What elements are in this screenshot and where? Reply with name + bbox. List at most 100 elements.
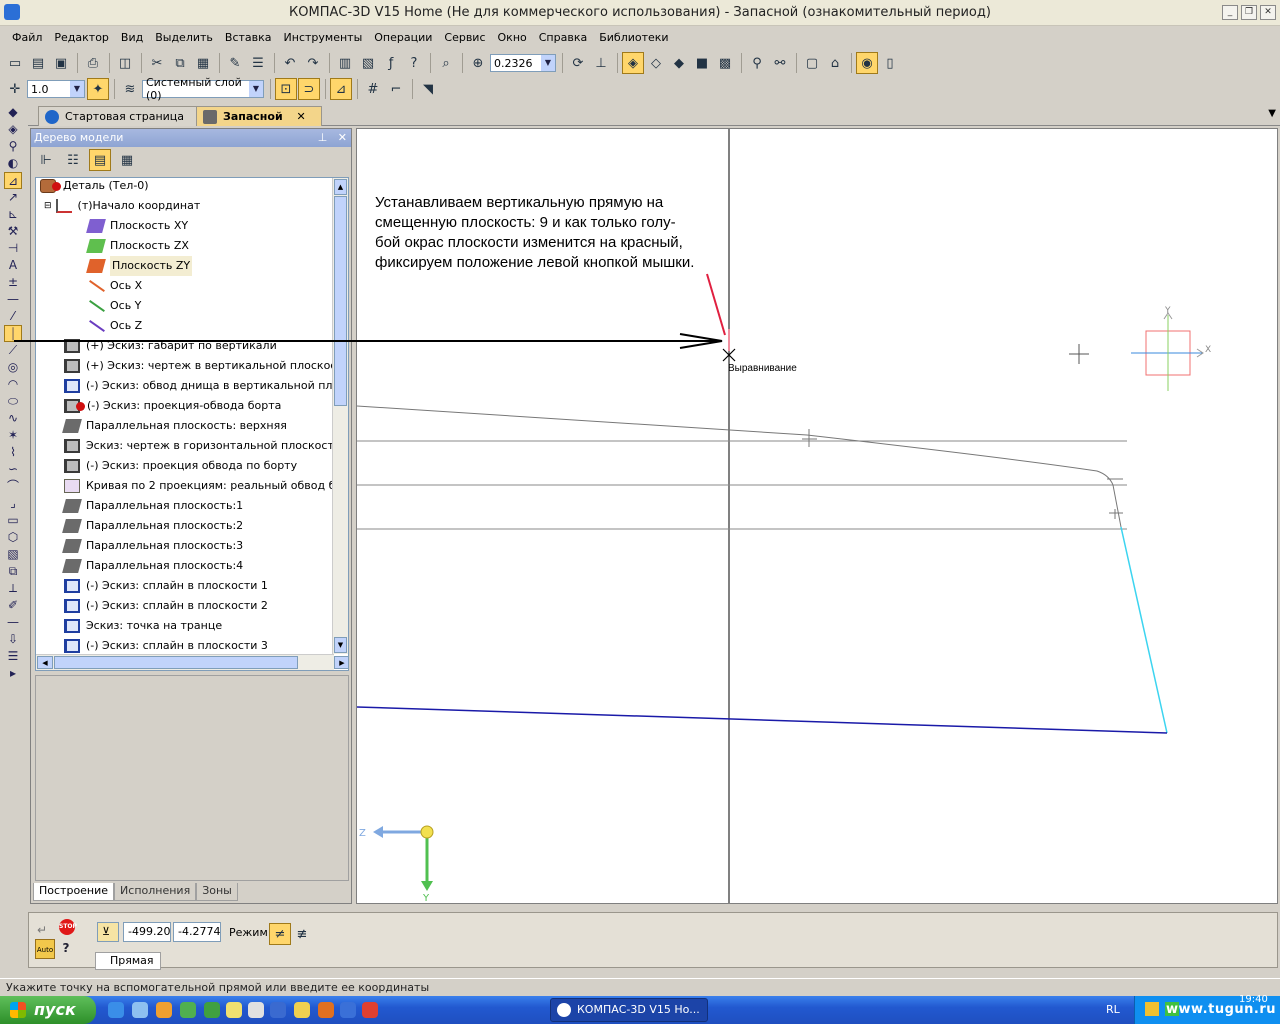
tab-zones[interactable]: Зоны bbox=[196, 883, 238, 901]
tree-item[interactable]: (+) Эскиз: чертеж в вертикальной плоскос… bbox=[64, 356, 348, 376]
tree-item-plane-xy[interactable]: Плоскость XY bbox=[86, 216, 188, 236]
tree-item[interactable]: (-) Эскиз: проекция-обвода борта bbox=[64, 396, 281, 416]
step-combo[interactable]: 1.0 ▼ bbox=[27, 80, 85, 98]
grid-icon[interactable]: # bbox=[362, 78, 384, 100]
filter-funnel-icon[interactable]: ⚲ bbox=[4, 138, 22, 155]
tree-item-plane-zy[interactable]: Плоскость ZY bbox=[86, 256, 193, 276]
back-arrow-icon[interactable]: ↵ bbox=[37, 923, 47, 937]
tree-vertical-scrollbar[interactable]: ▲ ▼ bbox=[332, 178, 348, 654]
menu-view[interactable]: Вид bbox=[115, 28, 149, 48]
chevron-down-icon[interactable]: ▼ bbox=[334, 637, 347, 653]
restore-button[interactable]: ❐ bbox=[1241, 5, 1257, 20]
tree-structure-icon[interactable]: ⊩ bbox=[35, 149, 57, 171]
preview-icon[interactable]: ◫ bbox=[114, 52, 136, 74]
fillet-icon[interactable]: ⌒ bbox=[4, 478, 22, 495]
editing-ops-icon[interactable]: ◆ bbox=[4, 104, 22, 121]
menu-tools[interactable]: Инструменты bbox=[278, 28, 369, 48]
tree-item-origin[interactable]: ⊟ (т)Начало координат bbox=[44, 196, 200, 216]
zoom-combo[interactable]: 0.2326 ▼ bbox=[490, 54, 556, 72]
designation-icon[interactable]: A bbox=[4, 257, 22, 274]
hatch-icon[interactable]: ▧ bbox=[4, 546, 22, 563]
tree-item-plane-zx[interactable]: Плоскость ZX bbox=[86, 236, 189, 256]
close-icon[interactable]: ✕ bbox=[338, 131, 347, 144]
tree-item[interactable]: Эскиз: точка на транце bbox=[64, 616, 222, 636]
spline-icon[interactable]: ∿ bbox=[4, 410, 22, 427]
save-icon[interactable]: ▣ bbox=[50, 52, 72, 74]
app-icon[interactable] bbox=[318, 1002, 334, 1018]
app-icon[interactable] bbox=[180, 1002, 196, 1018]
point-icon[interactable]: ✶ bbox=[4, 427, 22, 444]
plane-icon[interactable]: ◥ bbox=[417, 78, 439, 100]
tree-root[interactable]: Деталь (Тел-0) bbox=[40, 178, 149, 196]
menu-operations[interactable]: Операции bbox=[368, 28, 438, 48]
chrome-icon[interactable] bbox=[362, 1002, 378, 1018]
menu-help[interactable]: Справка bbox=[533, 28, 593, 48]
halftone-icon[interactable]: ■ bbox=[691, 52, 713, 74]
y-coordinate-field[interactable]: -4.2774 bbox=[173, 922, 221, 942]
mode-one-line-icon[interactable]: ≠ bbox=[269, 923, 291, 945]
filter-icon[interactable]: ⚲ bbox=[746, 52, 768, 74]
tabs-menu-icon[interactable]: ▼ bbox=[1268, 108, 1276, 119]
parametrization-icon[interactable]: ⊣ bbox=[4, 240, 22, 257]
tree-item-axis-x[interactable]: Ось X bbox=[88, 276, 142, 296]
variables-icon[interactable]: ▧ bbox=[357, 52, 379, 74]
app-icon[interactable] bbox=[294, 1002, 310, 1018]
measure-icon[interactable]: ↗ bbox=[4, 189, 22, 206]
zoom-window-icon[interactable]: ⌕ bbox=[435, 52, 457, 74]
explorer-icon[interactable] bbox=[132, 1002, 148, 1018]
chevron-right-icon[interactable]: ▶ bbox=[334, 656, 348, 669]
collapse-icon[interactable]: ⊟ bbox=[44, 196, 52, 216]
menu-file[interactable]: Файл bbox=[6, 28, 48, 48]
chevron-left-icon[interactable]: ◀ bbox=[37, 656, 53, 669]
point-param-icon[interactable]: ⊻ bbox=[97, 922, 119, 942]
menu-insert[interactable]: Вставка bbox=[219, 28, 278, 48]
drawing-canvas[interactable]: X Y Z Y Устанавливаем вертикальную пряму… bbox=[356, 128, 1278, 904]
menu-edit[interactable]: Редактор bbox=[48, 28, 115, 48]
close-button[interactable]: ✕ bbox=[1260, 5, 1276, 20]
taskbar-item-kompas[interactable]: КОМПАС-3D V15 Ho... bbox=[550, 998, 708, 1022]
properties-icon[interactable]: ☰ bbox=[247, 52, 269, 74]
tree-item[interactable]: (-) Эскиз: сплайн в плоскости 2 bbox=[64, 596, 268, 616]
app-icon[interactable] bbox=[248, 1002, 264, 1018]
fx-icon[interactable]: ƒ bbox=[380, 52, 402, 74]
tree-item[interactable]: Кривая по 2 проекциям: реальный обвод бо… bbox=[64, 476, 348, 496]
scroll-thumb[interactable] bbox=[54, 656, 298, 669]
tree-horizontal-scrollbar[interactable]: ◀ ▶ bbox=[36, 654, 348, 670]
scroll-thumb[interactable] bbox=[334, 196, 347, 406]
chamfer-icon[interactable]: ⌟ bbox=[4, 495, 22, 512]
pin-icon[interactable]: ⊥ bbox=[318, 131, 328, 144]
tree-filter-icon[interactable]: ☷ bbox=[62, 149, 84, 171]
more-tools-icon[interactable]: ▯ bbox=[879, 52, 901, 74]
stop-button[interactable]: STOP bbox=[59, 919, 77, 935]
menu-libraries[interactable]: Библиотеки bbox=[593, 28, 674, 48]
mode-two-lines-icon[interactable]: ≢ bbox=[291, 923, 313, 945]
undo-icon[interactable]: ↶ bbox=[279, 52, 301, 74]
tab-construction[interactable]: Построение bbox=[33, 883, 115, 901]
halftone-edges-icon[interactable]: ▩ bbox=[714, 52, 736, 74]
cursor-snap-icon[interactable]: ✛ bbox=[4, 78, 26, 100]
magnet-icon[interactable]: ⊃ bbox=[298, 78, 320, 100]
layer-combo[interactable]: Системный слой (0) ▼ bbox=[142, 76, 264, 102]
x-coordinate-field[interactable]: -499.20 bbox=[123, 922, 171, 942]
context-help-icon[interactable]: ? bbox=[403, 52, 425, 74]
language-indicator[interactable]: RL bbox=[1106, 996, 1120, 1024]
bezier-icon[interactable]: ∽ bbox=[4, 461, 22, 478]
open-folder-icon[interactable]: ▤ bbox=[27, 52, 49, 74]
tree-item[interactable]: Эскиз: чертеж в горизонтальной плоскости bbox=[64, 436, 341, 456]
close-icon[interactable]: ✕ bbox=[297, 110, 306, 123]
cube-icon[interactable]: ▢ bbox=[801, 52, 823, 74]
manager-icon[interactable]: ▥ bbox=[334, 52, 356, 74]
brush-icon[interactable]: ✐ bbox=[4, 597, 22, 614]
segment-icon[interactable]: ⁄ bbox=[4, 308, 22, 325]
tree-item[interactable]: Параллельная плоскость: верхняя bbox=[62, 416, 287, 436]
ellipse-icon[interactable]: ⬭ bbox=[4, 393, 22, 410]
tree-item[interactable]: Параллельная плоскость:4 bbox=[62, 556, 243, 576]
tree-item[interactable]: (-) Эскиз: обвод днища в вертикальной пл… bbox=[64, 376, 348, 396]
tree-item-axis-y[interactable]: Ось Y bbox=[88, 296, 141, 316]
notepad-icon[interactable] bbox=[226, 1002, 242, 1018]
media-icon[interactable] bbox=[270, 1002, 286, 1018]
tab-executions[interactable]: Исполнения bbox=[114, 883, 197, 901]
print-icon[interactable]: ⎙ bbox=[82, 52, 104, 74]
tree-mode-icon[interactable]: ▤ bbox=[89, 149, 111, 171]
tree-item[interactable]: (-) Эскиз: сплайн в плоскости 3 bbox=[64, 636, 268, 656]
